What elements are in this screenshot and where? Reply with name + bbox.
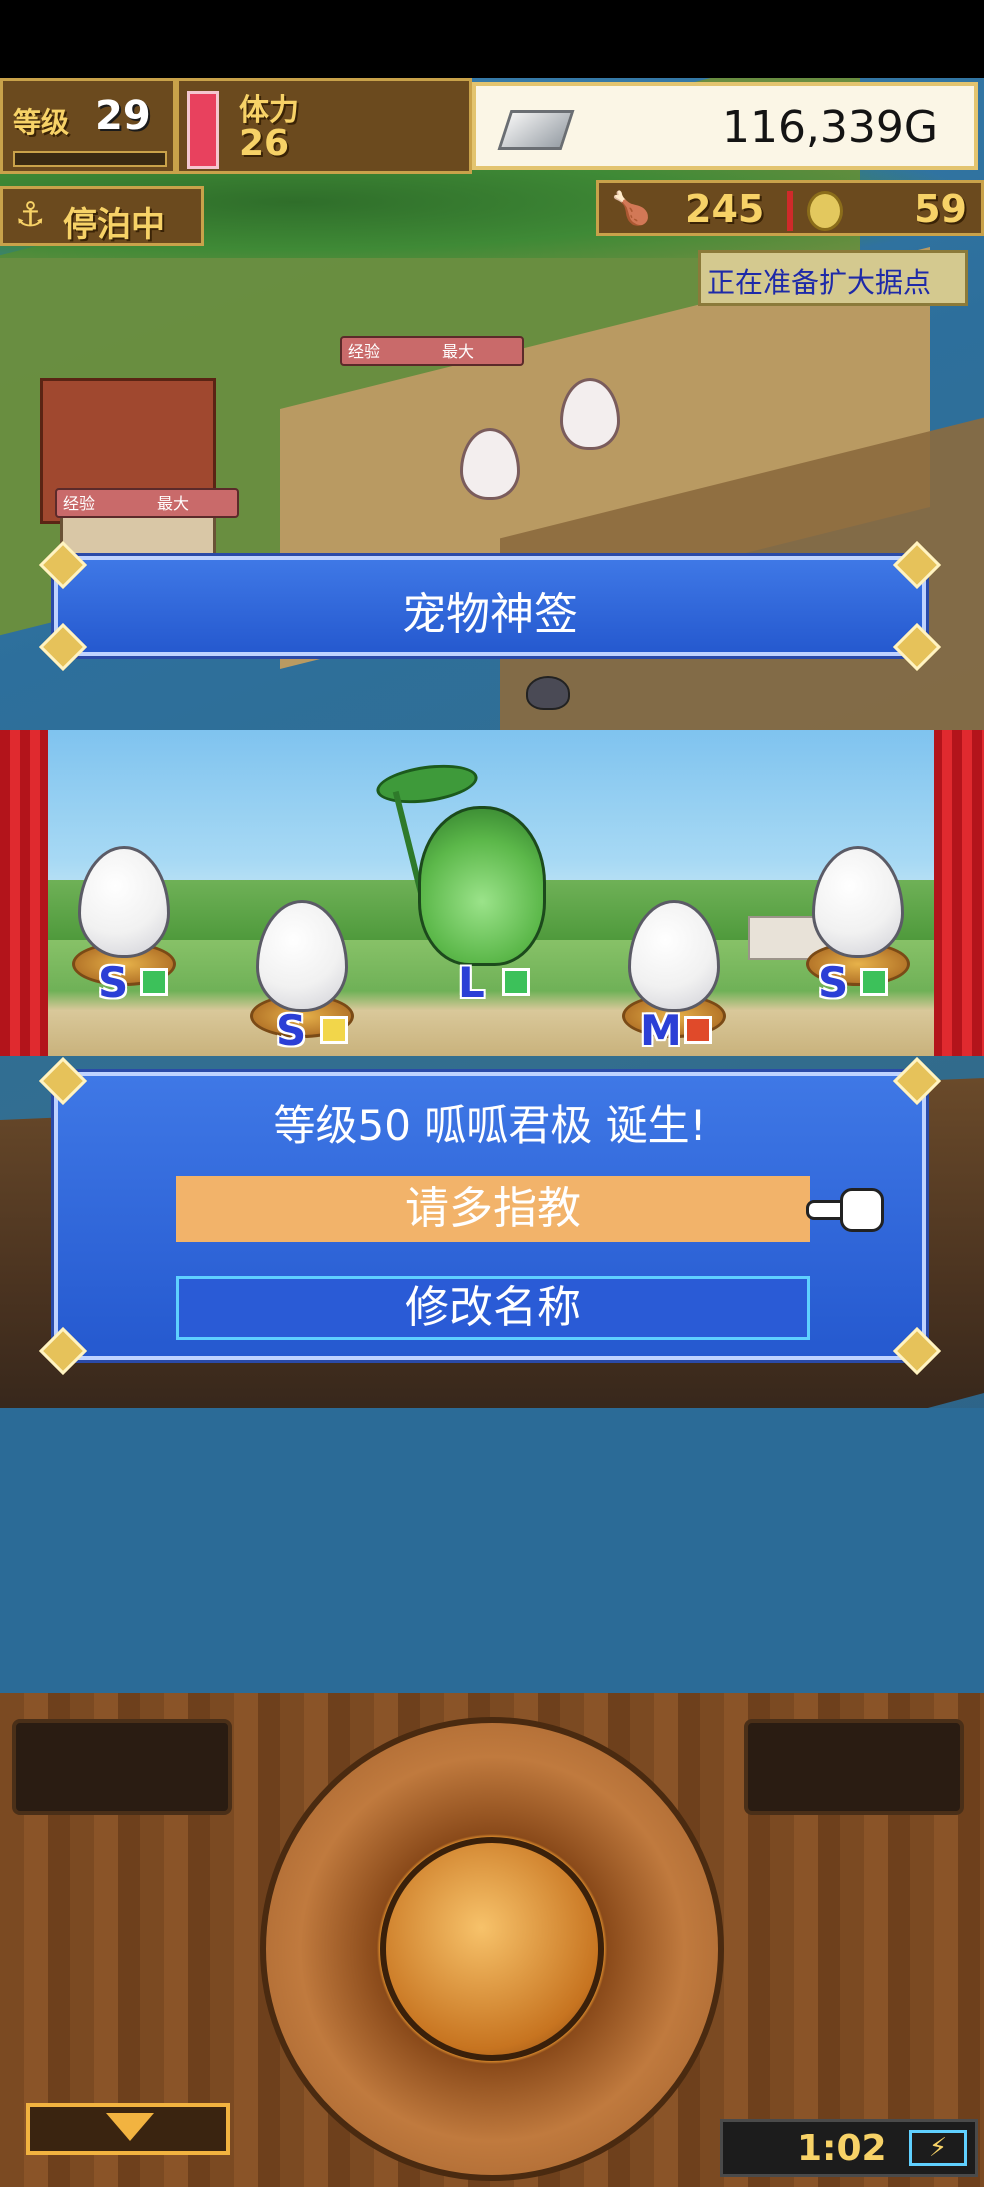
left-slot[interactable] (12, 1719, 232, 1815)
exp-label: 经验 (348, 342, 381, 361)
level-label: 等级 (13, 106, 70, 139)
medal-count: 59 (914, 187, 967, 231)
egg-size-label: L (458, 958, 485, 1007)
center-action-button[interactable] (380, 1837, 604, 2061)
exp-bar: 经验 最大 (55, 488, 239, 518)
rename-button-label: 修改名称 (405, 1282, 581, 1333)
egg-element-badge (320, 1016, 348, 1044)
stamina-panel: 体力 26 (176, 78, 472, 174)
pointing-hand-icon (806, 1184, 886, 1232)
stamina-gauge (187, 91, 219, 169)
menu-toggle-button[interactable] (26, 2103, 230, 2155)
pet-egg (812, 846, 904, 958)
level-exp-bar (13, 151, 167, 167)
lotus-leaf-umbrella (373, 759, 481, 809)
pet-creature (526, 676, 570, 710)
rename-button[interactable]: 修改名称 (176, 1276, 810, 1340)
top-black-bar (0, 0, 984, 78)
sea (0, 1408, 984, 1693)
lottery-title-panel: 宠物神签 (38, 540, 942, 672)
gold-panel: 116,339G (472, 82, 978, 170)
level-panel: 等级 29 (0, 78, 176, 174)
silver-ingot-icon (497, 110, 575, 150)
stage-curtain-left (0, 730, 52, 1056)
exp-label: 经验 (63, 494, 96, 513)
egg-element-badge (140, 968, 168, 996)
frog-pet (418, 806, 546, 966)
lottery-title: 宠物神签 (402, 589, 578, 640)
life-ring-control[interactable] (260, 1717, 724, 2181)
egg-size-label: S (818, 958, 849, 1007)
egg-size-label: S (98, 958, 129, 1007)
egg-element-badge (860, 968, 888, 996)
right-slot[interactable] (744, 1719, 964, 1815)
clock-panel: 1:02 ⚡ (720, 2119, 978, 2177)
roast-meat-icon: 🍗 (611, 189, 651, 227)
level-value: 29 (95, 93, 151, 139)
exp-bar: 经验 最大 (340, 336, 524, 366)
pet-egg (78, 846, 170, 958)
max-label: 最大 (157, 494, 190, 513)
resource-panel: 🍗 245 59 (596, 180, 984, 236)
anchor-icon: ⚓ (15, 195, 46, 235)
control-panel: 1:02 ⚡ (0, 1693, 984, 2187)
docked-status[interactable]: ⚓ 停泊中 (0, 186, 204, 246)
separator (787, 191, 793, 231)
stamina-value: 26 (239, 123, 290, 164)
hatch-message: 等级50 呱呱君极 诞生! (273, 1101, 707, 1150)
greet-button-label: 请多指教 (405, 1183, 581, 1234)
hatch-result-dialog: 等级50 呱呱君极 诞生! 请多指教 修改名称 (38, 1056, 942, 1376)
arrow-down-icon (106, 2113, 154, 2141)
expansion-notice[interactable]: 正在准备扩大据点 (698, 250, 968, 306)
egg-size-label: M (640, 1006, 682, 1055)
notice-text: 正在准备扩大据点 (707, 266, 932, 299)
stage-curtain-right (932, 730, 984, 1056)
clock-time: 1:02 (797, 2128, 887, 2169)
egg-element-badge (684, 1016, 712, 1044)
hatching-stage: S S L M S (48, 730, 934, 1056)
food-count: 245 (685, 187, 765, 231)
battery-icon: ⚡ (909, 2130, 967, 2166)
egg-size-label: S (276, 1006, 307, 1055)
max-label: 最大 (442, 342, 475, 361)
gold-amount: 116,339G (721, 102, 938, 153)
medal-icon (807, 191, 843, 231)
egg-element-badge (502, 968, 530, 996)
status-text: 停泊中 (63, 205, 165, 245)
greet-button[interactable]: 请多指教 (176, 1176, 810, 1242)
